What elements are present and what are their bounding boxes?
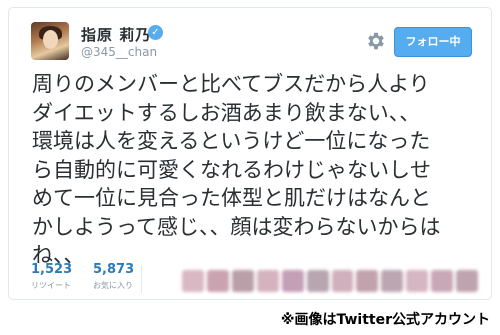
favoriter-avatar <box>456 270 479 292</box>
favoriter-avatar <box>356 270 379 292</box>
favoriter-avatar <box>306 270 329 292</box>
favoriter-avatar <box>206 270 229 292</box>
display-name[interactable]: 指原 莉乃 <box>81 24 151 45</box>
favoriter-avatar <box>381 270 404 292</box>
retweet-count[interactable]: 1,523 <box>31 262 72 277</box>
screenshot-frame: 指原 莉乃 ✓ @345__chan フォロー中 周りのメンバーと比べてブスだか… <box>0 0 500 335</box>
tweet-line: かしようって感じ、、顔は変わらないからは <box>32 214 441 239</box>
verified-badge-icon: ✓ <box>148 25 163 40</box>
avatar[interactable] <box>31 22 69 60</box>
avatar-face <box>43 30 58 49</box>
user-handle[interactable]: @345__chan <box>81 45 157 59</box>
tweet-line: めて一位に見合った体型と肌だけはなんと <box>32 186 431 210</box>
tweet-text: 周りのメンバーと比べてブスだから人より ダイエットするしお酒あまり飲まない、、 … <box>32 70 478 270</box>
tweet-line: ら自動的に可愛くなれるわけじゃないしせ <box>32 157 431 182</box>
favoriter-avatar <box>231 270 254 292</box>
favorite-stat[interactable]: 5,873 お気に入り <box>93 262 134 291</box>
favoriter-avatar <box>182 270 204 292</box>
favoriter-avatar <box>281 270 304 292</box>
stats-divider <box>141 265 142 293</box>
follow-button[interactable]: フォロー中 <box>394 27 472 57</box>
favoriter-avatar <box>431 270 454 292</box>
tweet-line: 周りのメンバーと比べてブスだから人より <box>32 72 430 96</box>
retweet-stat[interactable]: 1,523 リツイート <box>31 262 72 291</box>
gear-icon[interactable] <box>365 30 387 52</box>
favoriter-avatar <box>256 270 279 292</box>
favoriter-avatar <box>406 270 429 292</box>
favorite-label: お気に入り <box>93 281 133 290</box>
tweet-line: ダイエットするしお酒あまり飲まない、、 <box>32 100 421 125</box>
tweet-card: 指原 莉乃 ✓ @345__chan フォロー中 周りのメンバーと比べてブスだか… <box>8 7 492 300</box>
tweet-line: 環境は人を変えるというけど一位になった <box>32 129 431 153</box>
favoriter-avatar <box>331 270 354 292</box>
favorite-count[interactable]: 5,873 <box>93 262 134 277</box>
image-credit-caption: ※画像はTwitter公式アカウント <box>280 312 490 328</box>
retweet-label: リツイート <box>31 281 71 290</box>
favoriter-avatars <box>182 270 479 292</box>
